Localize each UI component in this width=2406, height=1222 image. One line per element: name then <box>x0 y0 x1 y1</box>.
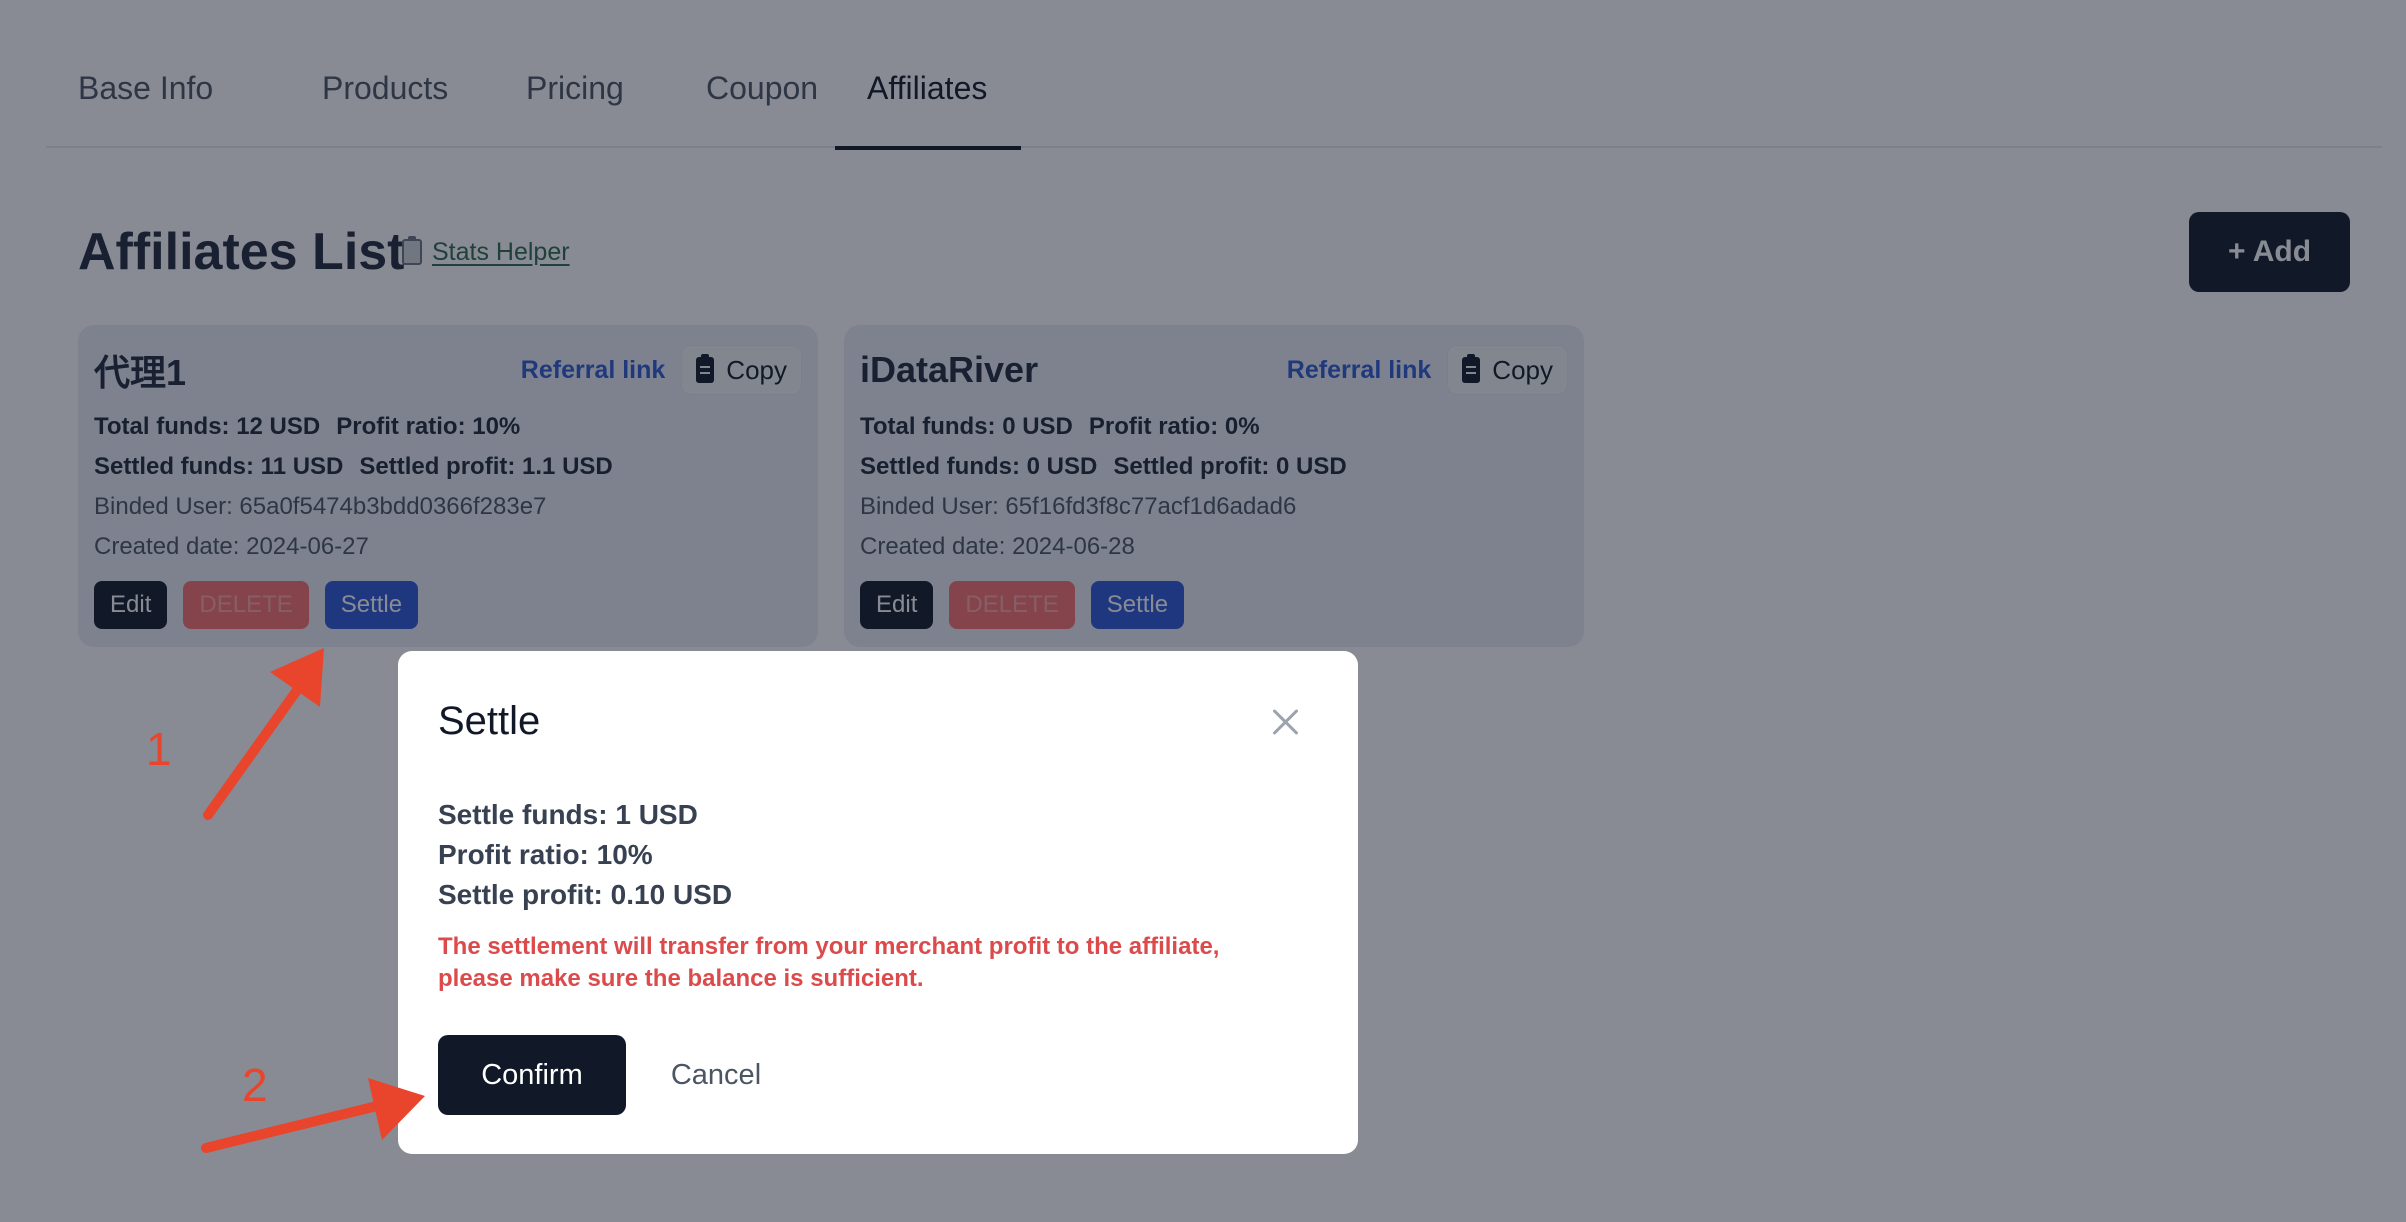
step-2-label: 2 <box>242 1059 268 1111</box>
dialog-title: Settle <box>438 699 541 743</box>
affiliates-page: Base Info Products Pricing Coupon Affili… <box>0 0 2406 1222</box>
confirm-button[interactable]: Confirm <box>438 1035 626 1115</box>
settle-funds: Settle funds: 1 USD <box>438 799 698 830</box>
settlement-warning: The settlement will transfer from your m… <box>438 933 1220 992</box>
settle-dialog: Settle Settle funds: 1 USD Profit ratio:… <box>398 651 1358 1154</box>
step-1-label: 1 <box>146 723 172 775</box>
settle-profit: Settle profit: 0.10 USD <box>438 879 733 910</box>
close-icon[interactable] <box>1268 705 1302 739</box>
cancel-button[interactable]: Cancel <box>646 1035 786 1115</box>
profit-ratio: Profit ratio: 10% <box>438 839 653 870</box>
